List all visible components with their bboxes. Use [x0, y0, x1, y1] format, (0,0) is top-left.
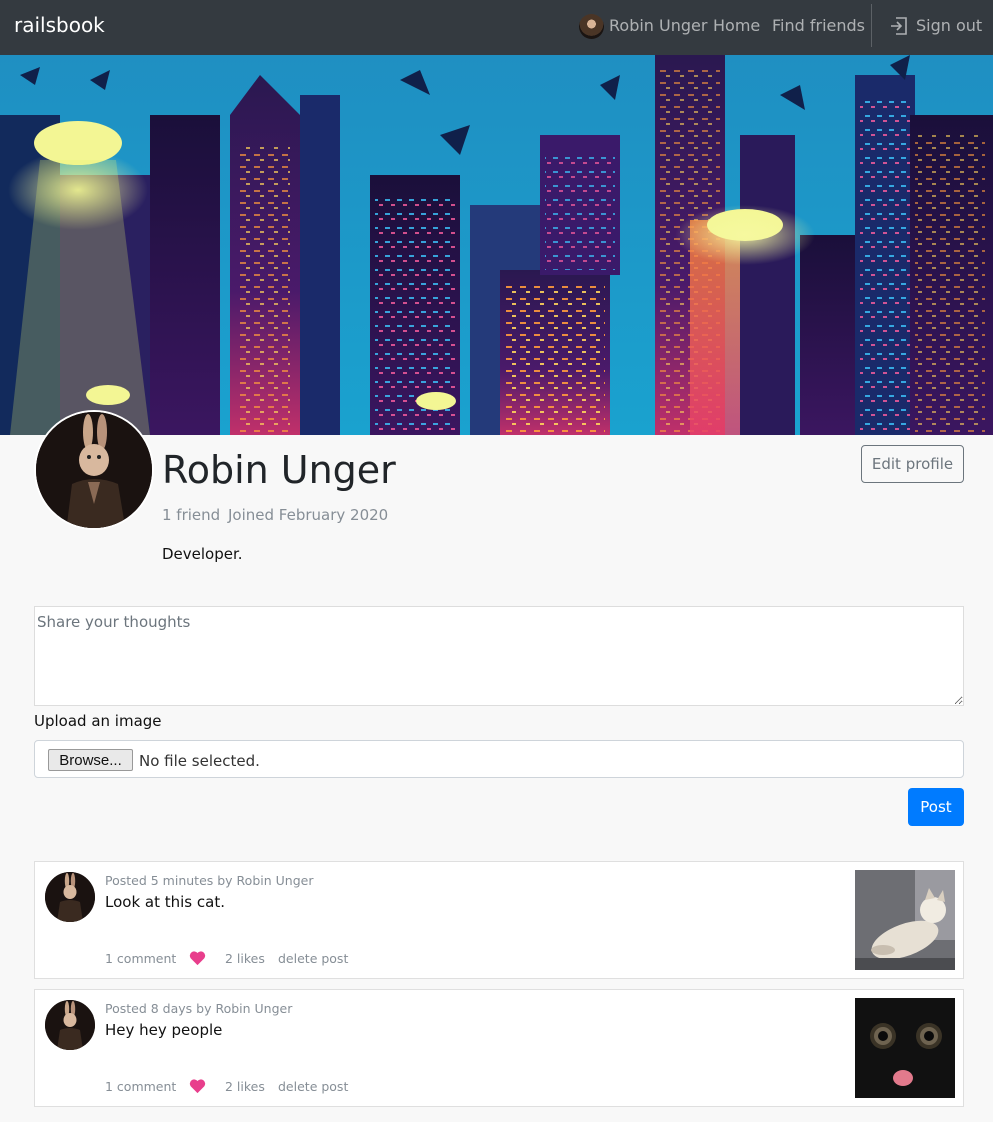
file-upload-field[interactable]: Browse... No file selected.: [34, 740, 964, 778]
heart-icon[interactable]: [189, 950, 206, 966]
joined-date: Joined February 2020: [228, 506, 389, 524]
nav-sign-out-link[interactable]: Sign out: [916, 16, 982, 35]
comments-link[interactable]: 1 comment: [105, 1079, 176, 1094]
delete-post-link[interactable]: delete post: [278, 951, 348, 966]
brand-link[interactable]: railsbook: [14, 13, 105, 37]
post-button[interactable]: Post: [908, 788, 964, 826]
edit-profile-button[interactable]: Edit profile: [861, 445, 964, 483]
user-avatar-icon[interactable]: [579, 14, 604, 39]
profile-name: Robin Unger: [162, 448, 396, 492]
post-meta: Posted 8 days by Robin Unger: [105, 1001, 293, 1016]
friends-count-link[interactable]: 1 friend: [162, 506, 220, 524]
sign-out-icon[interactable]: [889, 16, 909, 36]
post-author-avatar[interactable]: [45, 872, 95, 922]
profile-avatar: [34, 410, 154, 530]
post-card: Posted 5 minutes by Robin Unger Look at …: [34, 861, 964, 979]
post-body: Hey hey people: [105, 1021, 223, 1039]
nav-divider: [871, 4, 872, 47]
upload-image-label: Upload an image: [34, 712, 162, 730]
file-status-text: No file selected.: [139, 752, 260, 770]
browse-button[interactable]: Browse...: [48, 749, 133, 771]
post-meta: Posted 5 minutes by Robin Unger: [105, 873, 314, 888]
profile-bio: Developer.: [162, 545, 243, 563]
share-thoughts-input[interactable]: [34, 606, 964, 706]
nav-find-friends-link[interactable]: Find friends: [772, 16, 865, 35]
post-card: Posted 8 days by Robin Unger Hey hey peo…: [34, 989, 964, 1107]
delete-post-link[interactable]: delete post: [278, 1079, 348, 1094]
post-image-black-cat[interactable]: [855, 998, 955, 1098]
likes-count: 2 likes: [225, 951, 265, 966]
heart-icon[interactable]: [189, 1078, 206, 1094]
post-image-cat[interactable]: [855, 870, 955, 970]
likes-count: 2 likes: [225, 1079, 265, 1094]
post-body: Look at this cat.: [105, 893, 225, 911]
cover-image: [0, 55, 993, 435]
nav-user-profile-link[interactable]: Robin Unger: [609, 16, 707, 35]
post-author-avatar[interactable]: [45, 1000, 95, 1050]
nav-home-link[interactable]: Home: [713, 16, 760, 35]
navbar: railsbook Robin Unger Home Find friends …: [0, 0, 993, 55]
comments-link[interactable]: 1 comment: [105, 951, 176, 966]
